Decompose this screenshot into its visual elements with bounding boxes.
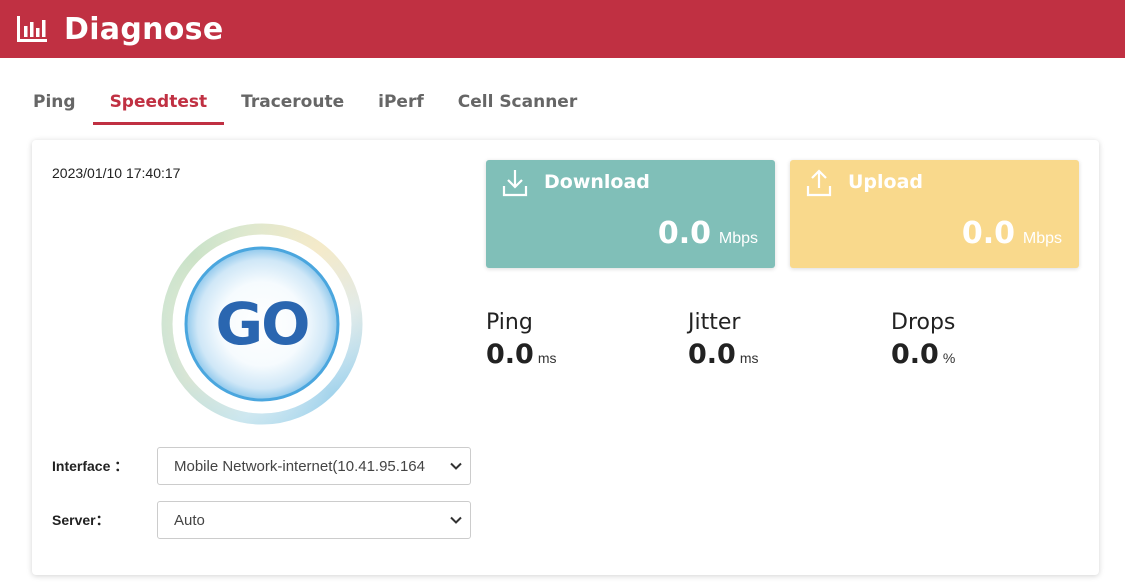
- go-label: GO: [215, 290, 311, 358]
- app-header: Diagnose: [0, 0, 1125, 58]
- chevron-down-icon: [450, 462, 462, 470]
- ping-metric: Ping 0.0 ms: [486, 310, 557, 370]
- upload-tile: Upload 0.0 Mbps: [790, 160, 1079, 268]
- download-unit: Mbps: [718, 230, 758, 247]
- tab-ping[interactable]: Ping: [16, 84, 93, 125]
- jitter-unit: ms: [739, 350, 759, 366]
- upload-label: Upload: [848, 171, 924, 193]
- tab-bar: Ping Speedtest Traceroute iPerf Cell Sca…: [16, 84, 594, 125]
- tab-cell-scanner[interactable]: Cell Scanner: [441, 84, 595, 125]
- go-button[interactable]: GO: [160, 222, 364, 426]
- ping-label: Ping: [486, 310, 533, 335]
- interface-value: Mobile Network-internet(10.41.95.164: [174, 457, 425, 475]
- drops-label: Drops: [891, 310, 956, 335]
- server-row: Server： Auto: [52, 501, 471, 539]
- chevron-down-icon: [450, 516, 462, 524]
- download-tile: Download 0.0 Mbps: [486, 160, 775, 268]
- speedtest-panel: 2023/01/10 17:40:17 GO Interface ： Mobil…: [32, 140, 1099, 575]
- jitter-value: 0.0: [688, 339, 736, 370]
- drops-value: 0.0: [891, 339, 939, 370]
- download-icon: [502, 170, 528, 197]
- upload-unit: Mbps: [1022, 230, 1062, 247]
- jitter-label: Jitter: [688, 310, 741, 335]
- ping-value: 0.0: [486, 339, 534, 370]
- bar-chart-icon: [17, 16, 47, 42]
- server-label: Server：: [52, 512, 110, 528]
- tab-traceroute[interactable]: Traceroute: [224, 84, 361, 125]
- drops-unit: %: [942, 350, 956, 366]
- jitter-metric: Jitter 0.0 ms: [688, 310, 759, 370]
- server-value: Auto: [174, 511, 205, 529]
- upload-icon: [806, 169, 832, 197]
- tab-iperf[interactable]: iPerf: [361, 84, 441, 125]
- timestamp: 2023/01/10 17:40:17: [52, 165, 181, 181]
- download-value: 0.0: [657, 216, 711, 251]
- ping-unit: ms: [537, 350, 557, 366]
- server-select[interactable]: Auto: [157, 501, 471, 539]
- interface-row: Interface ： Mobile Network-internet(10.4…: [52, 447, 471, 485]
- tab-speedtest[interactable]: Speedtest: [92, 84, 225, 125]
- upload-value: 0.0: [961, 216, 1015, 251]
- interface-select[interactable]: Mobile Network-internet(10.41.95.164: [157, 447, 471, 485]
- page-title: Diagnose: [64, 11, 224, 47]
- drops-metric: Drops 0.0%: [891, 310, 955, 370]
- interface-label: Interface ：: [52, 458, 129, 474]
- download-label: Download: [544, 171, 650, 193]
